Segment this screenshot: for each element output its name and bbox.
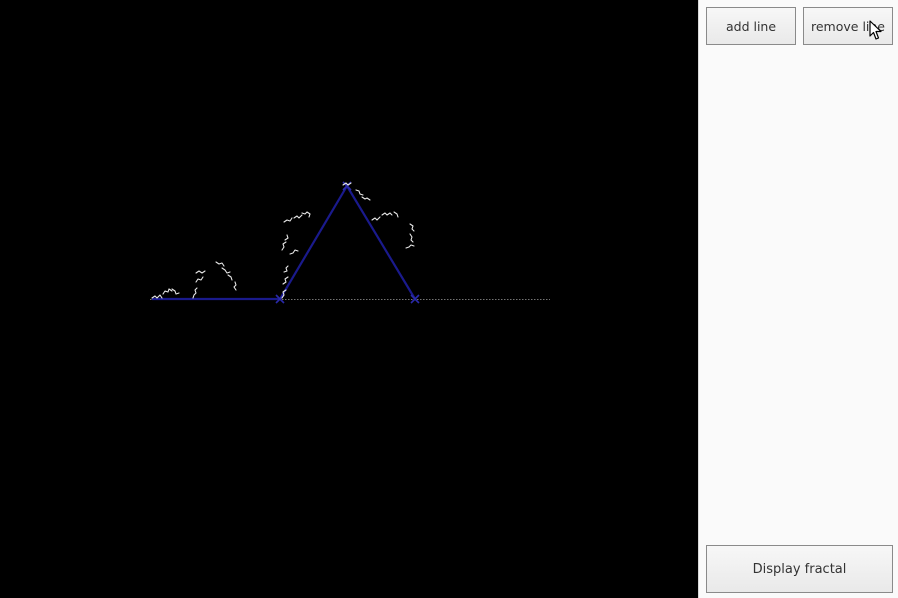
fractal-squiggle — [227, 274, 233, 281]
vertex-markers[interactable] — [275, 181, 420, 304]
fractal-squiggle — [381, 212, 393, 216]
fractal-squiggle — [215, 261, 225, 267]
fractal-squiggle — [195, 276, 204, 283]
fractal-squiggle — [283, 265, 289, 273]
fractal-squiggle — [361, 196, 371, 201]
fractal-squiggle — [171, 288, 180, 295]
fractal-squiggle — [409, 223, 415, 232]
vertex-marker — [410, 294, 420, 304]
fractal-squiggle — [281, 241, 287, 251]
drawing-canvas[interactable] — [0, 0, 698, 598]
fractal-squiggle — [409, 233, 414, 243]
add-line-button[interactable]: add line — [706, 7, 796, 45]
remove-line-button[interactable]: remove line — [803, 7, 893, 45]
fractal-squiggle — [192, 287, 198, 299]
fractal-squiggle — [301, 211, 311, 218]
fractal-squiggle — [289, 249, 299, 255]
fractal-squiggle — [233, 281, 237, 291]
fractal-drawing — [150, 181, 550, 304]
fractal-pattern — [151, 182, 415, 299]
fractal-squiggle — [283, 217, 293, 223]
fractal-squiggle — [355, 189, 364, 196]
fractal-squiggle — [393, 211, 399, 218]
fractal-squiggle — [284, 234, 289, 241]
display-fractal-button[interactable]: Display fractal — [706, 545, 893, 593]
fractal-squiggle — [221, 267, 231, 274]
generator-line[interactable] — [152, 183, 416, 301]
fractal-squiggle — [371, 216, 381, 221]
fractal-squiggle — [405, 244, 415, 249]
fractal-squiggle — [293, 214, 303, 219]
fractal-squiggle — [162, 288, 173, 295]
fractal-squiggle — [282, 276, 289, 285]
fractal-squiggle — [151, 294, 163, 299]
control-panel: add line remove line Display fractal — [698, 0, 898, 598]
fractal-squiggle — [195, 270, 206, 274]
